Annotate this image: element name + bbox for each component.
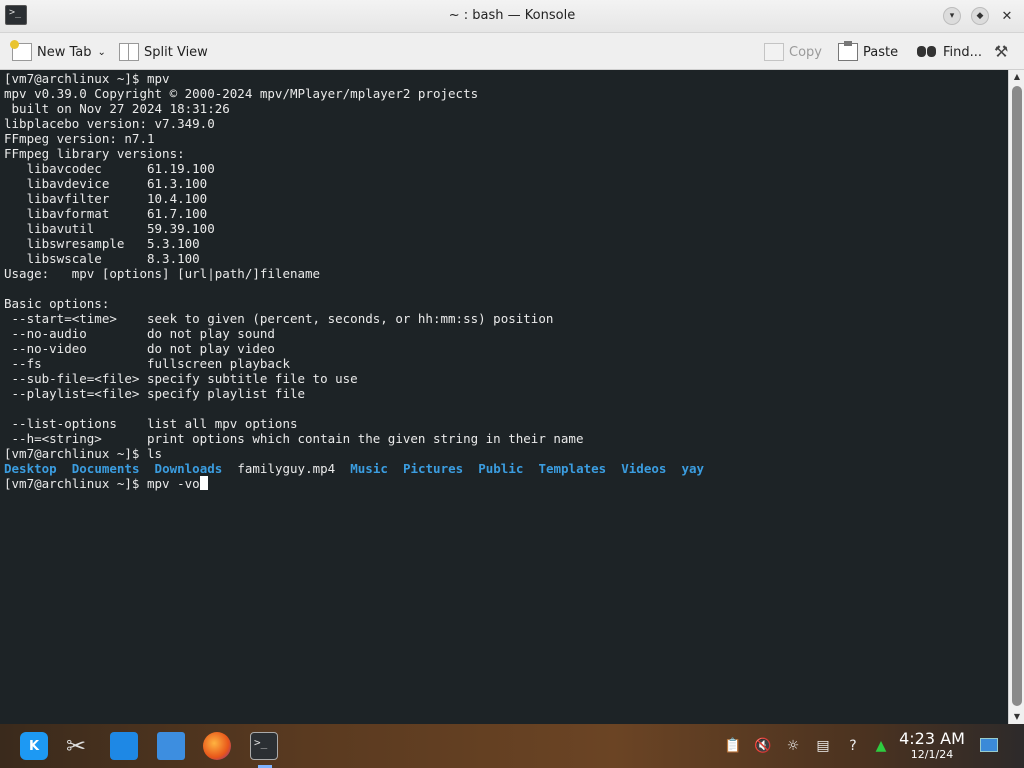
terminal-line: mpv v0.39.0 Copyright © 2000-2024 mpv/MP… (4, 86, 479, 101)
minimize-button[interactable]: ▾ (943, 7, 961, 25)
close-button[interactable]: ✕ (998, 7, 1016, 25)
new-tab-button[interactable]: New Tab ⌄ (10, 40, 106, 63)
terminal-view[interactable]: [vm7@archlinux ~]$ mpv mpv v0.39.0 Copyr… (0, 70, 1008, 724)
ls-entry-music: Music (350, 461, 388, 476)
window-title: ~ : bash — Konsole (448, 8, 576, 23)
application-launcher-icon[interactable]: K (20, 732, 48, 760)
ls-entry-documents: Documents (71, 461, 140, 476)
terminal-line: libavfilter 10.4.100 (4, 191, 208, 206)
taskbar: K ✂ >_ 📋 🔇 ☼ ▤ ? ▲ 4:23 AM 12/1/24 (0, 724, 1024, 768)
split-view-label: Split View (144, 44, 208, 60)
new-tab-icon (10, 40, 32, 61)
terminal-line: libavcodec 61.19.100 (4, 161, 215, 176)
terminal-line: built on Nov 27 2024 18:31:26 (4, 101, 230, 116)
clock-date: 12/1/24 (910, 748, 954, 761)
firefox-icon[interactable] (203, 732, 231, 760)
terminal-line: --no-audio do not play sound (4, 326, 275, 341)
terminal-line: --fs fullscreen playback (4, 356, 290, 371)
terminal-line: --list-options list all mpv options (4, 416, 298, 431)
dolphin-folder-icon[interactable] (157, 732, 185, 760)
system-settings-icon[interactable]: ✂ (62, 732, 90, 760)
volume-muted-icon[interactable]: 🔇 (754, 737, 772, 755)
terminal-line: --playlist=<file> specify playlist file (4, 386, 306, 401)
terminal-line: --sub-file=<file> specify subtitle file … (4, 371, 358, 386)
current-prompt-line[interactable]: [vm7@archlinux ~]$ mpv -vo (4, 476, 208, 491)
ls-entry-pictures: Pictures (402, 461, 464, 476)
scroll-thumb[interactable] (1012, 86, 1022, 706)
konsole-taskbar-icon[interactable]: >_ (250, 732, 278, 760)
scroll-up-arrow-icon[interactable]: ▲ (1009, 70, 1024, 84)
chevron-down-icon: ⌄ (97, 46, 106, 58)
terminal-line: FFmpeg version: n7.1 (4, 131, 155, 146)
scroll-down-arrow-icon[interactable]: ▼ (1009, 710, 1024, 724)
terminal-scrollbar[interactable]: ▲ ▼ (1008, 70, 1024, 724)
ls-entry-public: Public (478, 461, 524, 476)
binoculars-icon (916, 43, 938, 61)
terminal-line: --start=<time> seek to given (percent, s… (4, 311, 554, 326)
copy-label: Copy (789, 44, 822, 60)
ls-entry-videos: Videos (621, 461, 667, 476)
show-desktop-icon[interactable] (980, 738, 998, 752)
clock[interactable]: 4:23 AM 12/1/24 (896, 730, 968, 762)
maximize-button[interactable]: ◆ (971, 7, 989, 25)
terminal-line: libavformat 61.7.100 (4, 206, 208, 221)
terminal-line: Usage: mpv [options] [url|path/]filename (4, 266, 321, 281)
ls-entry-yay: yay (681, 461, 705, 476)
paste-button[interactable]: Paste (838, 41, 898, 63)
split-view-button[interactable]: Split View (119, 41, 208, 63)
clock-time: 4:23 AM (899, 729, 965, 748)
split-view-icon (119, 43, 139, 61)
terminal-line: libavdevice 61.3.100 (4, 176, 208, 191)
network-icon[interactable]: ▲ (872, 737, 890, 755)
terminal-line: [vm7@archlinux ~]$ ls (4, 446, 163, 461)
current-prompt: [vm7@archlinux ~]$ mpv -vo (4, 476, 200, 491)
ls-entry-familyguy: familyguy.mp4 (237, 461, 336, 476)
copy-button[interactable]: Copy (764, 41, 822, 63)
terminal-line: --h=<string> print options which contain… (4, 431, 584, 446)
help-icon[interactable]: ? (844, 737, 862, 755)
terminal-line: libplacebo version: v7.349.0 (4, 116, 215, 131)
paste-icon (838, 41, 858, 61)
terminal-line: --no-video do not play video (4, 341, 275, 356)
find-button[interactable]: Find... (916, 41, 982, 63)
title-bar: >_ ~ : bash — Konsole ▾ ◆ ✕ (0, 0, 1024, 33)
discover-store-icon[interactable] (110, 732, 138, 760)
new-tab-label: New Tab (37, 44, 92, 60)
brightness-icon[interactable]: ☼ (784, 737, 802, 755)
terminal-line: FFmpeg library versions: (4, 146, 185, 161)
ls-entry-desktop: Desktop (4, 461, 57, 476)
ls-entry-downloads: Downloads (154, 461, 223, 476)
paste-label: Paste (863, 44, 899, 60)
clipboard-icon[interactable]: 📋 (724, 737, 742, 755)
ls-entry-templates: Templates (538, 461, 607, 476)
terminal-line: libswscale 8.3.100 (4, 251, 200, 266)
hamburger-tools-icon[interactable]: ⚒ (994, 42, 1016, 62)
konsole-toolbar: New Tab ⌄ Split View Copy Paste Find... … (0, 33, 1024, 70)
terminal-line: libswresample 5.3.100 (4, 236, 200, 251)
text-cursor (199, 476, 208, 490)
disk-icon[interactable]: ▤ (814, 737, 832, 755)
copy-icon (764, 43, 784, 61)
find-label: Find... (943, 44, 983, 60)
terminal-line: Basic options: (4, 296, 110, 311)
terminal-line: libavutil 59.39.100 (4, 221, 215, 236)
terminal-line: [vm7@archlinux ~]$ mpv (4, 71, 170, 86)
ls-output-line: Desktop Documents Downloads familyguy.mp… (4, 461, 704, 476)
